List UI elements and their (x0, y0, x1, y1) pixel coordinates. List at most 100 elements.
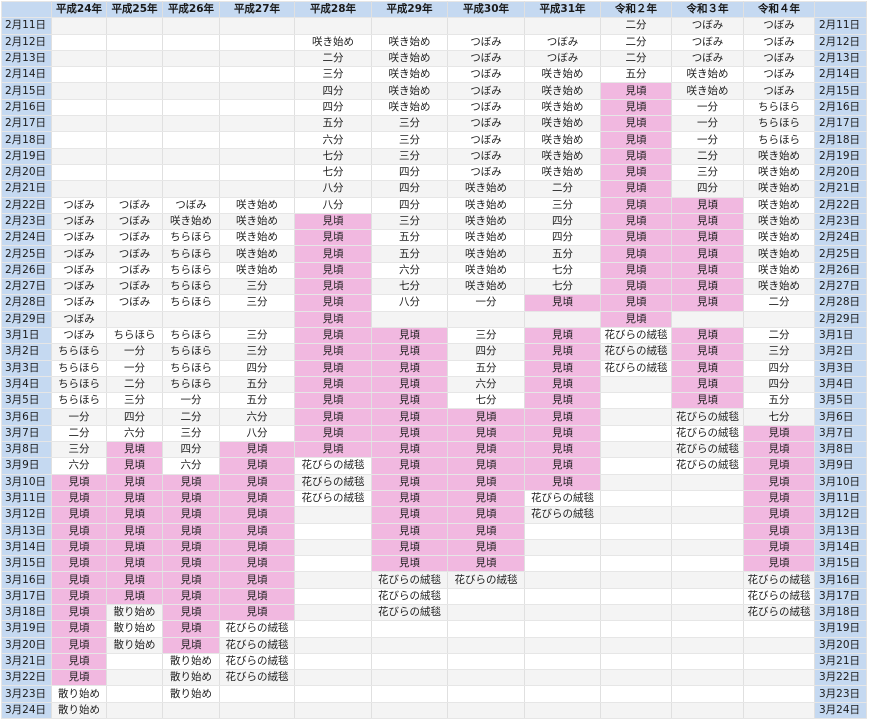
status-cell (294, 587, 372, 605)
status-cell (524, 310, 601, 328)
status-cell (743, 685, 815, 703)
status-cell: 見頃 (294, 392, 372, 410)
date-label-left: 2月18日 (1, 131, 52, 149)
table-row: 2月23日 つぼみ つぼみ 咲き始め 咲き始め 見頃 三分 咲き始め 四分 見頃 見頃 咲き始め 2月2… (1, 212, 867, 231)
date-label-left: 3月12日 (1, 506, 52, 524)
status-cell: 見頃 (371, 375, 448, 394)
table-row: 2月12日 咲き始め 咲き始め つぼみ つぼみ 二分 つぼみ つぼみ 2月12日 (1, 33, 867, 51)
date-label-left: 3月23日 (1, 685, 52, 703)
status-cell: 見頃 (294, 310, 372, 328)
status-cell: 三分 (371, 212, 448, 231)
status-cell: 咲き始め (371, 33, 448, 51)
table-row: 2月18日 六分 三分 つぼみ 咲き始め 見頃 一分 ちらほら 2月18日 (1, 131, 867, 149)
status-cell (371, 685, 448, 703)
table-row: 3月20日 見頃 散り始め 見頃 花びらの絨毯 3月20日 (1, 636, 867, 654)
status-cell (447, 701, 525, 720)
status-cell: 散り始め (106, 603, 163, 622)
status-cell (162, 82, 220, 100)
status-cell: 見頃 (600, 131, 672, 149)
status-cell: つぼみ (743, 82, 815, 100)
table-row: 2月22日 つぼみ つぼみ つぼみ 咲き始め 八分 四分 咲き始め 三分 見頃 見頃 咲き始め 2月22… (1, 196, 867, 214)
status-cell: 見頃 (671, 375, 744, 394)
status-cell (162, 66, 220, 84)
date-label-right: 2月27日 (814, 278, 867, 296)
status-cell: 見頃 (743, 441, 815, 459)
status-cell (600, 685, 672, 703)
status-cell: 見頃 (671, 392, 744, 410)
status-cell: ちらほら (162, 245, 220, 263)
status-cell: 花びらの絨毯 (743, 587, 815, 605)
status-cell (106, 669, 163, 687)
status-cell (106, 701, 163, 720)
status-cell: 四分 (524, 229, 601, 247)
date-label-left: 2月22日 (1, 196, 52, 214)
status-cell (447, 669, 525, 687)
table-row: 3月11日 見頃 見頃 見頃 見頃 花びらの絨毯 見頃 見頃 花びらの絨毯 見頃 3月11日 (1, 489, 867, 508)
status-cell: 咲き始め (524, 131, 601, 149)
status-cell: つぼみ (743, 66, 815, 84)
date-label-right: 3月8日 (814, 441, 867, 459)
status-cell: つぼみ (106, 261, 163, 280)
status-cell: つぼみ (447, 115, 525, 133)
status-cell: 花びらの絨毯 (524, 506, 601, 524)
status-cell: 見頃 (743, 538, 815, 557)
status-cell: ちらほら (162, 326, 220, 345)
date-label-right: 2月26日 (814, 261, 867, 280)
status-cell: 見頃 (524, 359, 601, 377)
status-cell: 三分 (219, 278, 295, 296)
status-cell: 見頃 (600, 245, 672, 263)
status-cell: 見頃 (219, 587, 295, 605)
status-cell: 花びらの絨毯 (600, 343, 672, 361)
date-label-left: 3月15日 (1, 555, 52, 573)
status-cell: つぼみ (51, 294, 107, 312)
status-cell: 見頃 (51, 669, 107, 687)
status-cell: 見頃 (294, 212, 372, 231)
status-cell: 見頃 (671, 294, 744, 312)
status-cell (294, 669, 372, 687)
status-cell: 見頃 (371, 326, 448, 345)
date-label-right: 2月12日 (814, 33, 867, 51)
status-cell: 二分 (671, 147, 744, 165)
status-cell (219, 98, 295, 117)
date-label-right: 2月15日 (814, 82, 867, 100)
status-cell: 四分 (743, 375, 815, 394)
status-cell: 見頃 (371, 457, 448, 475)
status-cell: 三分 (371, 147, 448, 165)
status-cell: 見頃 (447, 506, 525, 524)
status-cell: 三分 (447, 326, 525, 345)
year-header: 令和２年 (600, 0, 672, 19)
date-label-left: 3月10日 (1, 473, 52, 491)
status-cell (106, 33, 163, 51)
status-cell: 咲き始め (743, 147, 815, 165)
status-cell (219, 147, 295, 165)
status-cell: 花びらの絨毯 (671, 457, 744, 475)
date-label-left: 3月8日 (1, 441, 52, 459)
status-cell (600, 457, 672, 475)
status-cell (524, 636, 601, 654)
status-cell: 六分 (51, 457, 107, 475)
status-cell (671, 587, 744, 605)
status-cell: 見頃 (162, 506, 220, 524)
table-row: 3月16日 見頃 見頃 見頃 見頃 花びらの絨毯 花びらの絨毯 花びらの絨毯 3月16日 (1, 571, 867, 589)
status-cell: 散り始め (51, 685, 107, 703)
status-cell: 散り始め (106, 620, 163, 638)
status-cell: 見頃 (219, 571, 295, 589)
status-cell: 見頃 (743, 489, 815, 508)
status-cell (447, 620, 525, 638)
status-cell: ちらほら (162, 229, 220, 247)
status-cell: 見頃 (524, 408, 601, 426)
status-cell: 三分 (671, 163, 744, 182)
date-label-right: 2月20日 (814, 163, 867, 182)
status-cell: 見頃 (219, 489, 295, 508)
status-cell: 見頃 (294, 261, 372, 280)
status-cell (600, 620, 672, 638)
year-header: 平成28年 (294, 0, 372, 19)
table-row: 3月18日 見頃 散り始め 見頃 見頃 花びらの絨毯 花びらの絨毯 3月18日 (1, 603, 867, 622)
status-cell (524, 522, 601, 540)
status-cell (294, 652, 372, 671)
status-cell (294, 603, 372, 622)
status-cell (600, 538, 672, 557)
status-cell: 花びらの絨毯 (294, 473, 372, 491)
status-cell (671, 701, 744, 720)
date-label-left: 2月29日 (1, 310, 52, 328)
